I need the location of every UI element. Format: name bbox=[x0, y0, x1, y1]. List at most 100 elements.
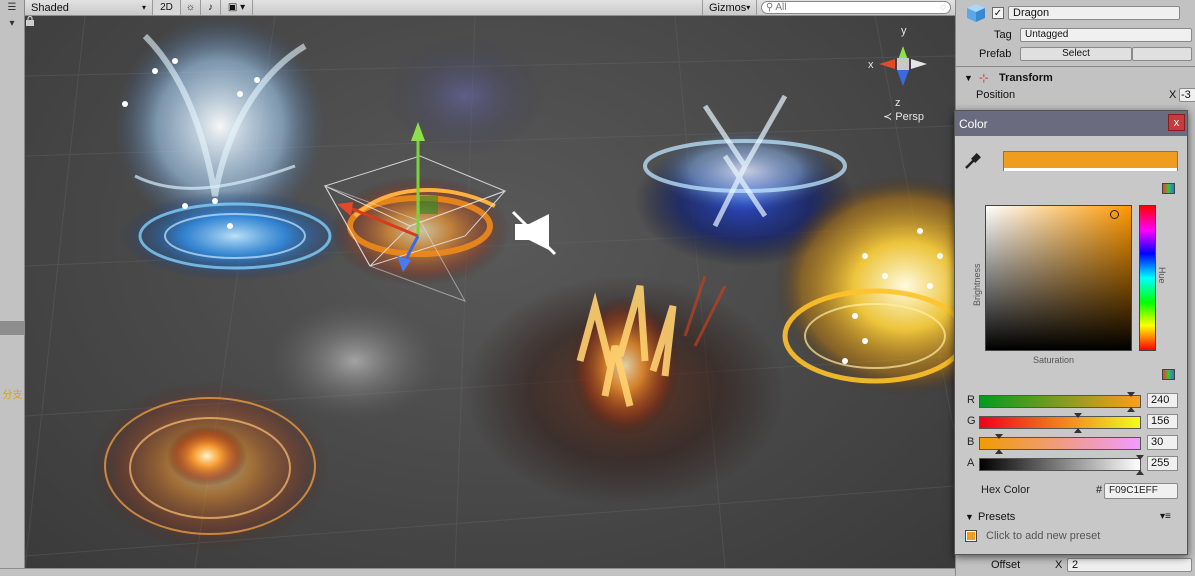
prefab-row: Prefab Select bbox=[956, 45, 1195, 63]
position-x-label: X bbox=[1169, 89, 1177, 101]
add-preset-text[interactable]: Click to add new preset bbox=[986, 530, 1100, 542]
divider bbox=[956, 66, 1195, 67]
scene-bottom-bar bbox=[0, 568, 955, 576]
tag-row: Tag Untagged bbox=[956, 26, 1195, 44]
g-slider-row: G 156 bbox=[955, 413, 1189, 433]
scroll-up-icon[interactable]: ▾ bbox=[2, 17, 22, 31]
scene-lighting-icon[interactable]: ☼ bbox=[181, 0, 201, 15]
object-header: ✓ Dragon bbox=[956, 4, 1195, 22]
gameobject-cube-icon bbox=[967, 4, 985, 22]
preset-swatch[interactable] bbox=[965, 530, 977, 542]
close-button[interactable]: x bbox=[1168, 114, 1185, 131]
effects-dropdown-icon[interactable]: ▣ ▾ bbox=[221, 0, 253, 15]
b-value-field[interactable]: 30 bbox=[1147, 435, 1178, 450]
prefab-revert-button[interactable] bbox=[1132, 47, 1192, 61]
smoke-effect[interactable] bbox=[270, 301, 440, 421]
tag-dropdown[interactable]: Untagged bbox=[1020, 28, 1192, 42]
shading-mode-dropdown[interactable]: Shaded ▾ bbox=[25, 0, 153, 15]
color-picker-window[interactable]: Color x Brightness Hue Saturation R 240 … bbox=[954, 110, 1188, 555]
offset-row: Offset X 2 bbox=[956, 556, 1195, 574]
persp-icon: ≺ bbox=[883, 111, 893, 123]
hex-hash: # bbox=[1096, 484, 1103, 496]
presets-label: Presets bbox=[978, 511, 1016, 523]
r-slider-row: R 240 bbox=[955, 392, 1189, 412]
fire-vortex-effect[interactable] bbox=[465, 275, 785, 506]
saturation-brightness-box[interactable] bbox=[985, 205, 1132, 351]
axis-z-label: z bbox=[895, 97, 901, 109]
prefab-label: Prefab bbox=[979, 48, 1012, 60]
alpha-swatch-bar bbox=[1004, 168, 1177, 171]
audio-toggle-icon[interactable]: ♪ bbox=[201, 0, 221, 15]
fire-swirl-effect[interactable] bbox=[90, 381, 330, 551]
panel-menu-icon[interactable]: ☰ bbox=[2, 1, 22, 15]
hue-slider[interactable] bbox=[1139, 205, 1156, 351]
lock-icon[interactable] bbox=[25, 16, 35, 26]
foldout-arrow-icon[interactable]: ▼ bbox=[964, 73, 973, 83]
search-icon: ⚲ bbox=[766, 2, 774, 13]
slider-mode-icon[interactable] bbox=[1162, 369, 1175, 380]
r-slider-thumb-bottom[interactable] bbox=[1126, 407, 1135, 412]
r-slider[interactable] bbox=[979, 392, 1141, 412]
color-picker-title: Color bbox=[959, 116, 988, 131]
presets-foldout-icon[interactable]: ▼ bbox=[965, 512, 974, 522]
offset-x-field[interactable]: 2 bbox=[1067, 558, 1192, 572]
hex-value-field[interactable]: F09C1EFF bbox=[1104, 483, 1178, 499]
shading-mode-label: Shaded bbox=[31, 1, 69, 14]
color-picker-titlebar[interactable]: Color bbox=[955, 111, 1187, 136]
clear-search-icon[interactable]: ◌ bbox=[940, 2, 946, 13]
saturation-label: Saturation bbox=[1033, 355, 1075, 365]
audio-source-icon[interactable] bbox=[511, 210, 557, 256]
eyedropper-icon[interactable] bbox=[963, 151, 983, 171]
active-checkbox[interactable]: ✓ bbox=[992, 7, 1004, 19]
selected-row-indicator bbox=[0, 321, 25, 335]
presets-section: ▼ Presets ▾≡ Click to add new preset bbox=[955, 511, 1189, 556]
brightness-label: Brightness bbox=[972, 263, 982, 306]
search-placeholder: All bbox=[775, 2, 787, 13]
g-slider[interactable] bbox=[979, 413, 1141, 433]
scene-search-input[interactable]: ⚲ All ◌ bbox=[761, 1, 951, 14]
transform-header[interactable]: ▼ ⊹ Transform bbox=[956, 69, 1195, 87]
gizmos-dropdown[interactable]: Gizmos ▾ bbox=[702, 0, 757, 15]
offset-x-label: X bbox=[1055, 559, 1063, 571]
offset-label: Offset bbox=[991, 559, 1021, 571]
scene-render: y x z bbox=[25, 16, 955, 568]
dropdown-arrow-icon: ▾ bbox=[141, 3, 146, 12]
gizmos-label: Gizmos bbox=[709, 1, 747, 14]
scene-orientation-gizmo[interactable] bbox=[879, 46, 927, 86]
sv-handle[interactable] bbox=[1109, 209, 1119, 219]
mode-2d-button[interactable]: 2D bbox=[153, 0, 181, 15]
a-slider[interactable] bbox=[979, 455, 1144, 475]
axis-x-label: x bbox=[868, 59, 874, 71]
a-slider-thumb-bottom[interactable] bbox=[1136, 470, 1144, 475]
phoenix-effect[interactable] bbox=[115, 16, 350, 281]
g-slider-thumb[interactable] bbox=[1073, 413, 1082, 418]
b-slider-thumb-bottom[interactable] bbox=[994, 449, 1003, 454]
purple-smoke-effect[interactable] bbox=[385, 36, 545, 156]
hue-label: Hue bbox=[1157, 267, 1167, 284]
b-slider-thumb[interactable] bbox=[994, 434, 1003, 439]
scene-toolbar: Shaded ▾ 2D ☼ ♪ ▣ ▾ Gizmos ▾ ⚲ All ◌ bbox=[25, 0, 955, 16]
a-slider-thumb[interactable] bbox=[1136, 455, 1144, 460]
object-name-field[interactable]: Dragon bbox=[1008, 6, 1180, 20]
hex-label: Hex Color bbox=[981, 484, 1030, 496]
prefab-select-button[interactable]: Select bbox=[1020, 47, 1132, 61]
g-slider-thumb-bottom[interactable] bbox=[1073, 428, 1082, 433]
current-color-swatch bbox=[1003, 151, 1178, 171]
r-value-field[interactable]: 240 bbox=[1147, 393, 1178, 408]
b-label: B bbox=[967, 436, 975, 448]
left-panel-strip: ☰ ▾ 分支 bbox=[0, 0, 25, 576]
r-slider-thumb[interactable] bbox=[1126, 392, 1135, 397]
color-mode-icon[interactable] bbox=[1162, 183, 1175, 194]
presets-menu-icon[interactable]: ▾≡ bbox=[1160, 511, 1171, 522]
position-x-field[interactable]: -3 bbox=[1179, 88, 1195, 102]
preset-swatch-fill bbox=[967, 532, 975, 540]
camera-projection-label[interactable]: ≺ Persp bbox=[883, 110, 924, 123]
a-slider-row: A 255 bbox=[955, 455, 1189, 475]
color-swatch-fill bbox=[1004, 152, 1177, 168]
a-value-field[interactable]: 255 bbox=[1147, 456, 1178, 471]
persp-label-text: Persp bbox=[895, 111, 925, 123]
b-slider[interactable] bbox=[979, 434, 1141, 454]
axis-y-label: y bbox=[901, 25, 907, 37]
g-value-field[interactable]: 156 bbox=[1147, 414, 1178, 429]
scene-viewport[interactable]: y x z ≺ Persp bbox=[25, 16, 955, 568]
